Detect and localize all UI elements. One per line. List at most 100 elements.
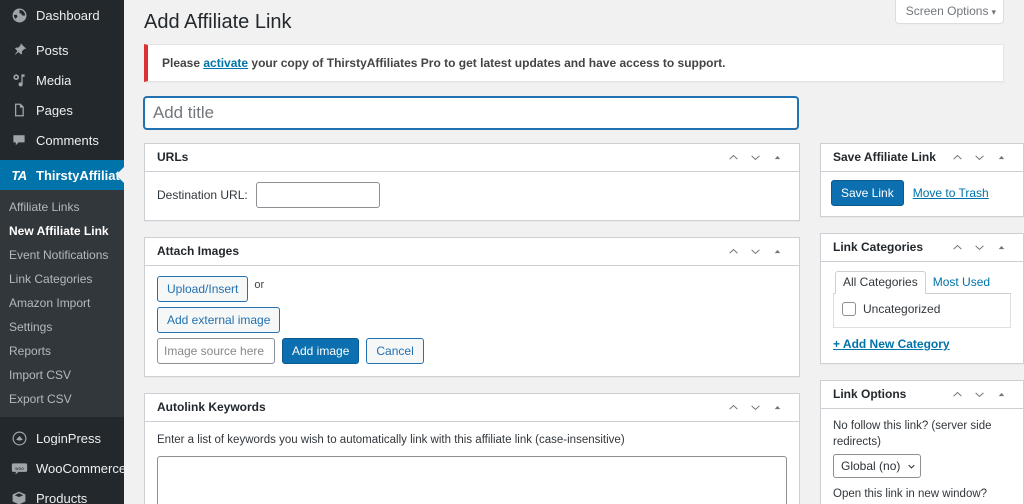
move-to-trash-link[interactable]: Move to Trash	[913, 186, 989, 200]
move-up-icon[interactable]	[723, 397, 743, 419]
destination-url-label: Destination URL:	[157, 188, 248, 202]
toggle-panel-icon[interactable]	[991, 147, 1011, 169]
submenu-item-new-affiliate-link[interactable]: New Affiliate Link	[0, 219, 124, 243]
move-down-icon[interactable]	[969, 384, 989, 406]
sidebar-item-loginpress[interactable]: LoginPress	[0, 423, 124, 453]
post-body-content: URLs Destination URL: Attach Images Uplo…	[144, 143, 800, 504]
sidebar-item-posts[interactable]: Posts	[0, 35, 124, 65]
toggle-panel-icon[interactable]	[767, 397, 787, 419]
submenu-item-event-notifications[interactable]: Event Notifications	[0, 243, 124, 267]
link-options-inside: No follow this link? (server side redire…	[821, 409, 1023, 504]
no-follow-select[interactable]: Global (no)	[833, 454, 922, 479]
notice-text: Please activate your copy of ThirstyAffi…	[160, 52, 991, 74]
move-up-icon[interactable]	[947, 147, 967, 169]
sidebar-item-label: Products	[36, 491, 88, 504]
uncategorized-checkbox[interactable]	[842, 302, 856, 316]
submenu-item-link-categories[interactable]: Link Categories	[0, 267, 124, 291]
thirstyaffiliates-logo-text: TA	[11, 167, 27, 183]
side-postbox-container: Save Affiliate Link Save Link Move to Tr…	[820, 143, 1024, 504]
toggle-panel-icon[interactable]	[767, 147, 787, 169]
move-down-icon[interactable]	[745, 397, 765, 419]
sidebar-item-products[interactable]: Products	[0, 483, 124, 504]
screen-options-button[interactable]: Screen Options ▾	[894, 0, 1004, 24]
save-link-button[interactable]: Save Link	[831, 180, 904, 206]
move-down-icon[interactable]	[969, 237, 989, 259]
save-heading: Save Affiliate Link	[833, 150, 936, 165]
main-content: Screen Options ▾ Add Affiliate Link Pleas…	[124, 0, 1024, 504]
comment-icon	[9, 130, 29, 150]
add-external-image-button[interactable]: Add external image	[157, 307, 281, 333]
tab-most-used[interactable]: Most Used	[926, 272, 997, 293]
sidebar-item-woocommerce[interactable]: woo WooCommerce	[0, 453, 124, 483]
image-source-input[interactable]	[157, 338, 275, 364]
upload-insert-button[interactable]: Upload/Insert	[157, 276, 249, 302]
submenu-item-settings[interactable]: Settings	[0, 315, 124, 339]
handle-actions	[723, 147, 787, 169]
save-inside: Save Link Move to Trash	[821, 172, 1023, 216]
link-categories-postbox-header: Link Categories	[821, 234, 1023, 262]
move-down-icon[interactable]	[969, 147, 989, 169]
link-categories-inside: All Categories Most Used Uncategorized +…	[821, 262, 1023, 363]
chevron-down-icon	[908, 464, 916, 469]
move-up-icon[interactable]	[947, 237, 967, 259]
thirstyaffiliates-icon: TA	[9, 165, 29, 185]
link-categories-postbox: Link Categories All Categories Most Used…	[820, 233, 1024, 364]
sidebar-item-label: Dashboard	[36, 8, 100, 22]
sidebar-item-pages[interactable]: Pages	[0, 95, 124, 125]
screen-options-label: Screen Options	[905, 4, 989, 18]
handle-actions	[723, 397, 787, 419]
no-follow-value: Global (no)	[841, 459, 901, 474]
move-up-icon[interactable]	[947, 384, 967, 406]
page-title: Add Affiliate Link	[144, 11, 292, 33]
sidebar-item-label: ThirstyAffiliates	[36, 168, 124, 182]
sidebar-item-label: LoginPress	[36, 431, 102, 445]
external-image-row: Add image Cancel	[157, 338, 787, 364]
link-categories-heading: Link Categories	[833, 240, 924, 255]
add-new-category-link[interactable]: + Add New Category	[833, 337, 950, 351]
autolink-keywords-textarea[interactable]	[157, 456, 787, 504]
activate-link[interactable]: activate	[203, 56, 248, 70]
list-item[interactable]: Uncategorized	[842, 302, 1002, 316]
loginpress-icon	[9, 428, 29, 448]
pro-activation-notice: Please activate your copy of ThirstyAffi…	[144, 44, 1004, 82]
toggle-panel-icon[interactable]	[991, 237, 1011, 259]
destination-url-input[interactable]	[255, 182, 380, 208]
cancel-button[interactable]: Cancel	[366, 338, 424, 364]
autolink-keywords-inside: Enter a list of keywords you wish to aut…	[145, 422, 799, 504]
autolink-keywords-heading: Autolink Keywords	[157, 400, 266, 415]
sidebar-item-media[interactable]: Media	[0, 65, 124, 95]
autolink-help-text: Enter a list of keywords you wish to aut…	[157, 434, 625, 446]
option-new-window: Open this link in new window? Global (no…	[833, 487, 1011, 504]
toggle-panel-icon[interactable]	[991, 384, 1011, 406]
add-image-button[interactable]: Add image	[282, 338, 360, 364]
autolink-keywords-postbox-header: Autolink Keywords	[145, 394, 799, 422]
attach-images-postbox: Attach Images Upload/Insert or Add exter…	[144, 237, 800, 377]
submenu-item-import-csv[interactable]: Import CSV	[0, 363, 124, 387]
sidebar-item-label: WooCommerce	[36, 461, 124, 475]
save-postbox-header: Save Affiliate Link	[821, 144, 1023, 172]
sidebar-item-label: Comments	[36, 133, 99, 147]
tab-all-categories[interactable]: All Categories	[835, 271, 926, 294]
link-options-heading: Link Options	[833, 387, 907, 402]
move-down-icon[interactable]	[745, 241, 765, 263]
or-label: or	[254, 279, 265, 291]
sidebar-item-comments[interactable]: Comments	[0, 125, 124, 155]
category-label: Uncategorized	[863, 302, 941, 316]
screen-meta-links: Screen Options ▾	[894, 0, 1004, 24]
woocommerce-icon: woo	[9, 458, 29, 478]
title-input[interactable]	[144, 97, 798, 129]
move-up-icon[interactable]	[723, 147, 743, 169]
submenu-item-export-csv[interactable]: Export CSV	[0, 387, 124, 411]
submenu-item-affiliate-links[interactable]: Affiliate Links	[0, 195, 124, 219]
submenu-item-reports[interactable]: Reports	[0, 339, 124, 363]
handle-actions	[723, 241, 787, 263]
sidebar-item-thirstyaffiliates[interactable]: TA ThirstyAffiliates	[0, 160, 124, 190]
toggle-panel-icon[interactable]	[767, 241, 787, 263]
submenu-item-amazon-import[interactable]: Amazon Import	[0, 291, 124, 315]
move-down-icon[interactable]	[745, 147, 765, 169]
chevron-down-icon: ▾	[991, 7, 996, 17]
handle-actions	[947, 237, 1011, 259]
sidebar-item-dashboard[interactable]: Dashboard	[0, 0, 124, 30]
move-up-icon[interactable]	[723, 241, 743, 263]
pages-icon	[9, 100, 29, 120]
